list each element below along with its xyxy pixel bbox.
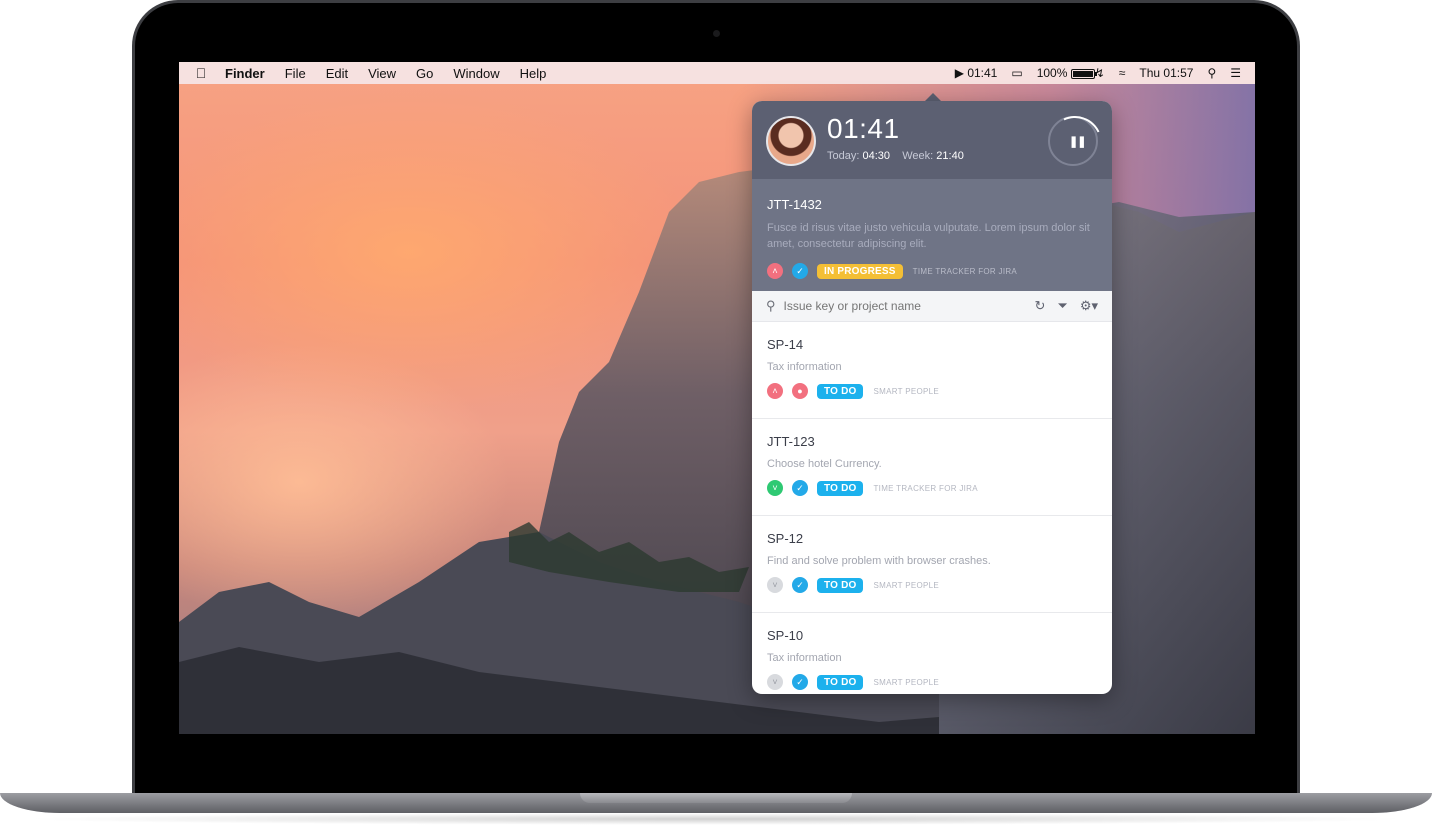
play-icon: ▶ [954,66,964,80]
current-issue-description: Fusce id risus vitae justo vehicula vulp… [767,222,1090,250]
week-label: Week: [902,150,934,162]
popup-header: 01:41 Today: 04:30 Week: 21:40 ❚❚ [752,101,1112,179]
apple-icon[interactable]:  [179,65,223,81]
current-issue[interactable]: JTT-1432 Fusce id risus vitae justo vehi… [752,179,1112,291]
priority-lowest-icon: ˅ [767,577,783,593]
menubar-timer: 01:41 [967,66,998,80]
status-badge: TO DO [817,674,864,690]
week-value: 21:40 [936,150,964,162]
project-name: SMART PEOPLE [873,677,940,687]
task-type-icon: ✓ [792,577,808,593]
spotlight-icon[interactable]: ⚲ [1207,66,1216,80]
status-badge: IN PROGRESS [817,263,903,279]
task-type-icon: ✓ [792,263,808,279]
issue-meta: ˄ ● TO DO SMART PEOPLE [767,383,1097,399]
popup-arrow [925,93,941,101]
menu-edit[interactable]: Edit [316,66,358,81]
status-area: ▶ 01:41 ▭ 100% ↯ ≈ Thu 01:57 ⚲ ☰ [955,62,1255,84]
issue-meta: ˅ ✓ TO DO SMART PEOPLE [767,674,1097,690]
filter-icon[interactable]: ⏷ [1057,298,1067,314]
project-name: SMART PEOPLE [873,386,940,396]
wifi-icon[interactable]: ≈ [1119,66,1126,80]
task-type-icon: ✓ [792,480,808,496]
priority-high-icon: ˄ [767,263,783,279]
project-name: TIME TRACKER FOR JIRA [912,266,1018,276]
menu-help[interactable]: Help [510,66,557,81]
list-item[interactable]: SP-14 Tax information ˄ ● TO DO SMART PE… [752,322,1112,419]
issue-description: Tax information [767,652,842,664]
issue-list: SP-14 Tax information ˄ ● TO DO SMART PE… [752,322,1112,694]
list-item[interactable]: SP-10 Tax information ˅ ✓ TO DO SMART PE… [752,613,1112,694]
menu-app-name[interactable]: Finder [223,66,275,81]
timer-status-item[interactable]: ▶ 01:41 [955,66,998,80]
pause-icon: ❚❚ [1069,136,1086,148]
pause-button[interactable]: ❚❚ [1048,116,1098,166]
issue-description: Choose hotel Currency. [767,458,882,470]
notification-center-icon[interactable]: ☰ [1230,66,1241,80]
airplay-icon[interactable]: ▭ [1011,66,1022,80]
time-tracker-popup: 01:41 Today: 04:30 Week: 21:40 ❚❚ JTT-14… [752,101,1112,694]
current-timer: 01:41 [827,113,900,144]
menu-go[interactable]: Go [406,66,443,81]
current-issue-meta: ˄ ✓ IN PROGRESS TIME TRACKER FOR JIRA [767,263,1097,279]
project-name: SMART PEOPLE [873,580,940,590]
issue-meta: ˅ ✓ TO DO TIME TRACKER FOR JIRA [767,480,1097,496]
camera-icon [713,30,720,37]
current-issue-key: JTT-1432 [767,197,822,212]
issue-key: SP-10 [767,628,804,643]
menu-view[interactable]: View [358,66,406,81]
today-label: Today: [827,150,860,162]
issue-key: SP-12 [767,531,804,546]
search-icon: ⚲ [766,298,776,313]
laptop-shadow [20,813,1412,825]
priority-low-icon: ˅ [767,480,783,496]
list-item[interactable]: JTT-123 Choose hotel Currency. ˅ ✓ TO DO… [752,419,1112,516]
issue-meta: ˅ ✓ TO DO SMART PEOPLE [767,577,1097,593]
status-badge: TO DO [817,480,864,496]
refresh-icon[interactable]: ↻ [1035,298,1046,314]
battery-status[interactable]: 100% ↯ [1037,66,1105,80]
issue-description: Tax information [767,361,842,373]
desktop-screen:  Finder File Edit View Go Window Help ▶… [179,62,1255,734]
status-badge: TO DO [817,577,864,593]
battery-percent: 100% [1036,66,1068,80]
menu-file[interactable]: File [275,66,316,81]
laptop-notch [580,793,852,803]
avatar[interactable] [766,116,816,166]
laptop-frame:  Finder File Edit View Go Window Help ▶… [0,0,1432,828]
task-type-icon: ✓ [792,674,808,690]
priority-high-icon: ˄ [767,383,783,399]
menu-window[interactable]: Window [443,66,509,81]
today-value: 04:30 [862,150,891,162]
issue-key: SP-14 [767,337,804,352]
priority-lowest-icon: ˅ [767,674,783,690]
status-badge: TO DO [817,383,864,399]
time-totals: Today: 04:30 Week: 21:40 [827,150,964,162]
settings-gear-icon[interactable]: ⚙▾ [1080,298,1098,314]
search-input[interactable] [783,299,1023,313]
bug-icon: ● [792,383,808,399]
clock[interactable]: Thu 01:57 [1139,66,1193,80]
issue-key: JTT-123 [767,434,815,449]
list-item[interactable]: SP-12 Find and solve problem with browse… [752,516,1112,613]
project-name: TIME TRACKER FOR JIRA [873,483,978,493]
battery-icon [1070,68,1097,79]
menu-bar:  Finder File Edit View Go Window Help ▶… [179,62,1255,84]
issue-description: Find and solve problem with browser cras… [767,555,991,567]
search-bar: ⚲ ↻ ⏷ ⚙▾ [752,291,1112,322]
